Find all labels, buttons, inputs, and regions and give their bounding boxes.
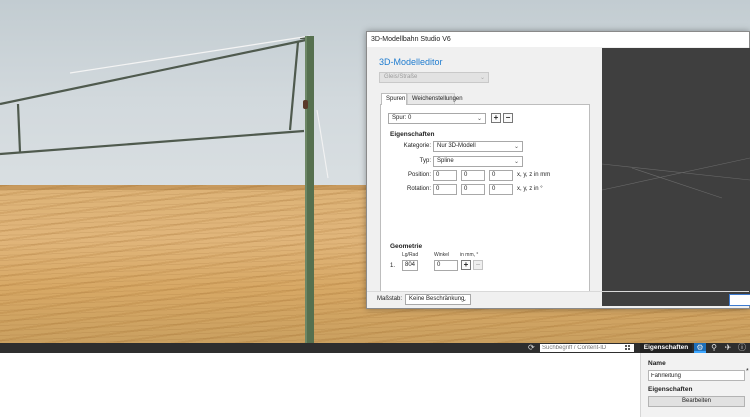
geo-col-unit: in mm, ° [460,252,479,258]
rotation-x-input[interactable]: 0 [433,184,457,195]
dialog-titlebar[interactable]: 3D-Modellbahn Studio V6 [367,32,749,47]
scale-select-value: Keine Beschränkung [409,296,465,302]
refresh-icon[interactable]: ⟳ [528,344,537,353]
typ-select-value: Spline [437,158,454,164]
chevron-down-icon: ⌄ [513,144,519,150]
plus-icon: + [493,113,499,122]
chevron-down-icon: ⌄ [479,75,485,81]
typ-select[interactable]: Spline ⌄ [433,156,523,167]
info-icon[interactable]: ⓘ [736,343,748,353]
contact-wire [69,35,311,74]
geo-length-input[interactable]: 804 [402,260,419,271]
bottom-toolbar: ⟳ Eigenschaften ⚙ ⚲ ✈ ⓘ [0,343,750,353]
category-select-value: Gleis/Straße [384,74,418,80]
edit-button[interactable]: Bearbeiten [648,396,745,407]
rocket-icon[interactable]: ✈ [722,343,734,353]
kategorie-label: Kategorie: [403,143,431,149]
chevron-down-icon: ⌄ [476,116,482,122]
kategorie-select-value: Nur 3D-Modell [437,143,476,149]
model-editor-dialog: 3D-Modellbahn Studio V6 3D-Modelleditor … [366,31,750,309]
properties-section-title: Eigenschaften [390,131,435,138]
name-input[interactable] [648,370,745,381]
dialog-title: 3D-Modellbahn Studio V6 [371,36,451,43]
insulator [303,100,308,109]
name-label: Name [648,360,666,367]
remove-track-button[interactable]: − [503,113,513,123]
minus-icon: − [505,113,511,122]
category-select[interactable]: Gleis/Straße ⌄ [379,72,489,83]
catenary-wires [0,36,310,156]
add-segment-button[interactable]: + [461,260,471,270]
geo-col-length: Lg/Rad [402,252,419,258]
minus-icon: − [475,260,481,269]
position-label: Position: [407,172,431,178]
search-input[interactable] [540,344,634,352]
rotation-y-input[interactable]: 0 [461,184,485,195]
position-y-input[interactable]: 0 [461,170,485,181]
name-modified-marker: * [746,368,749,375]
geo-col-angle: Winkel [434,252,450,258]
rotation-unit: x, y, z in ° [517,186,543,192]
tab-eigenschaften[interactable]: Eigenschaften [640,343,692,353]
tab-panel: Spur: 0 ⌄ + − Eigenschaften Kategorie: N… [380,104,590,292]
add-track-button[interactable]: + [491,113,501,123]
geometry-section-title: Geometrie [390,243,423,250]
position-unit: x, y, z in mm [517,172,551,178]
kategorie-select[interactable]: Nur 3D-Modell ⌄ [433,141,523,152]
scale-label: Maßstab: [377,296,403,302]
track-select[interactable]: Spur: 0 ⌄ [388,113,486,124]
dropper-wire [316,109,329,179]
properties-label: Eigenschaften [648,386,693,393]
grid-icon[interactable] [625,345,631,351]
model-preview-viewport[interactable] [601,48,750,306]
properties-panel: Name * Eigenschaften Bearbeiten [640,353,750,417]
tab-spuren[interactable]: Spuren [381,93,407,105]
share-icon[interactable]: ⚲ [708,343,720,353]
geo-row-index: 1. [390,263,396,269]
typ-label: Typ: [419,158,431,164]
remove-segment-button[interactable]: − [473,260,483,270]
scale-select[interactable]: Keine Beschränkung ⌄ [405,294,471,305]
chevron-down-icon: ⌄ [461,297,467,303]
editor-heading: 3D-Modelleditor [379,57,443,67]
position-z-input[interactable]: 0 [489,170,513,181]
track-select-value: Spur: 0 [392,115,412,121]
dialog-ok-button[interactable] [729,294,750,306]
rotation-z-input[interactable]: 0 [489,184,513,195]
position-x-input[interactable]: 0 [433,170,457,181]
geo-angle-input[interactable]: 0 [434,260,458,271]
preview-grid [601,157,750,199]
rotation-label: Rotation: [406,186,431,192]
plus-icon: + [463,260,469,269]
chevron-down-icon: ⌄ [513,159,519,165]
